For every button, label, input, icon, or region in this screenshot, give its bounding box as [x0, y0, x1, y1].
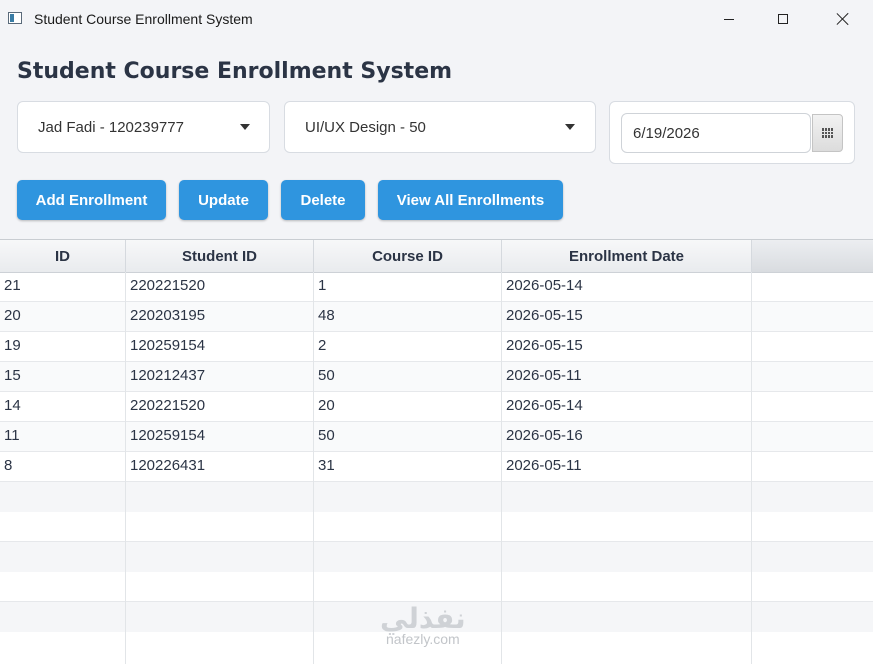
cell-student-id: 220221520	[126, 272, 314, 302]
watermark-latin: nafezly.com	[386, 631, 460, 647]
close-button[interactable]	[820, 0, 866, 38]
cell-enrollment-date: 2026-05-11	[502, 452, 752, 482]
table-row[interactable]: 19 120259154 2 2026-05-15	[0, 332, 873, 362]
minimize-icon	[724, 18, 734, 20]
view-all-enrollments-button[interactable]: View All Enrollments	[378, 180, 563, 220]
cell-id: 11	[0, 422, 126, 452]
cell-course-id: 50	[314, 362, 502, 392]
cell-id: 14	[0, 392, 126, 422]
cell-course-id: 1	[314, 272, 502, 302]
course-select-value: UI/UX Design - 50	[305, 119, 426, 136]
cell-course-id: 20	[314, 392, 502, 422]
title-bar: Student Course Enrollment System	[0, 0, 873, 38]
cell-id: 20	[0, 302, 126, 332]
cell-id: 19	[0, 332, 126, 362]
cell-id: 8	[0, 452, 126, 482]
window-title: Student Course Enrollment System	[34, 11, 253, 27]
cell-student-id: 220203195	[126, 302, 314, 332]
cell-enrollment-date: 2026-05-15	[502, 332, 752, 362]
course-select[interactable]: UI/UX Design - 50	[284, 101, 596, 153]
date-input[interactable]: 6/19/2026	[621, 113, 811, 153]
cell-student-id: 120212437	[126, 362, 314, 392]
cell-course-id: 50	[314, 422, 502, 452]
cell-course-id: 48	[314, 302, 502, 332]
table-row[interactable]: 14 220221520 20 2026-05-14	[0, 392, 873, 422]
calendar-button[interactable]	[812, 114, 843, 152]
page-title: Student Course Enrollment System	[17, 59, 453, 84]
close-icon	[836, 12, 850, 26]
calendar-icon	[822, 128, 833, 138]
cell-id: 21	[0, 272, 126, 302]
column-header-student-id[interactable]: Student ID	[126, 240, 314, 272]
column-header-course-id[interactable]: Course ID	[314, 240, 502, 272]
table-row[interactable]: 15 120212437 50 2026-05-11	[0, 362, 873, 392]
table-body: 21 220221520 1 2026-05-14 20 220203195 4…	[0, 272, 873, 482]
cell-enrollment-date: 2026-05-15	[502, 302, 752, 332]
table-row[interactable]: 21 220221520 1 2026-05-14	[0, 272, 873, 302]
update-button[interactable]: Update	[179, 180, 268, 220]
cell-student-id: 120226431	[126, 452, 314, 482]
cell-course-id: 31	[314, 452, 502, 482]
cell-enrollment-date: 2026-05-11	[502, 362, 752, 392]
student-select-value: Jad Fadi - 120239777	[38, 119, 184, 136]
cell-student-id: 120259154	[126, 422, 314, 452]
maximize-icon	[778, 14, 788, 24]
delete-button[interactable]: Delete	[281, 180, 365, 220]
maximize-button[interactable]	[760, 0, 806, 38]
cell-student-id: 220221520	[126, 392, 314, 422]
chevron-down-icon	[240, 124, 250, 130]
watermark-logo: نفذلي nafezly.com	[380, 602, 466, 647]
add-enrollment-button[interactable]: Add Enrollment	[17, 180, 166, 220]
cell-student-id: 120259154	[126, 332, 314, 362]
column-header-filler	[752, 240, 873, 272]
minimize-button[interactable]	[706, 0, 752, 38]
cell-enrollment-date: 2026-05-14	[502, 392, 752, 422]
chevron-down-icon	[565, 124, 575, 130]
column-header-id[interactable]: ID	[0, 240, 126, 272]
enrollments-table: ID Student ID Course ID Enrollment Date …	[0, 239, 873, 664]
table-row[interactable]: 20 220203195 48 2026-05-15	[0, 302, 873, 332]
table-row[interactable]: 11 120259154 50 2026-05-16	[0, 422, 873, 452]
cell-enrollment-date: 2026-05-14	[502, 272, 752, 302]
cell-id: 15	[0, 362, 126, 392]
table-header: ID Student ID Course ID Enrollment Date	[0, 240, 873, 273]
date-picker: 6/19/2026	[609, 101, 855, 164]
cell-course-id: 2	[314, 332, 502, 362]
app-window-icon	[8, 12, 22, 24]
cell-enrollment-date: 2026-05-16	[502, 422, 752, 452]
column-header-enrollment-date[interactable]: Enrollment Date	[502, 240, 752, 272]
student-select[interactable]: Jad Fadi - 120239777	[17, 101, 270, 153]
table-row[interactable]: 8 120226431 31 2026-05-11	[0, 452, 873, 482]
